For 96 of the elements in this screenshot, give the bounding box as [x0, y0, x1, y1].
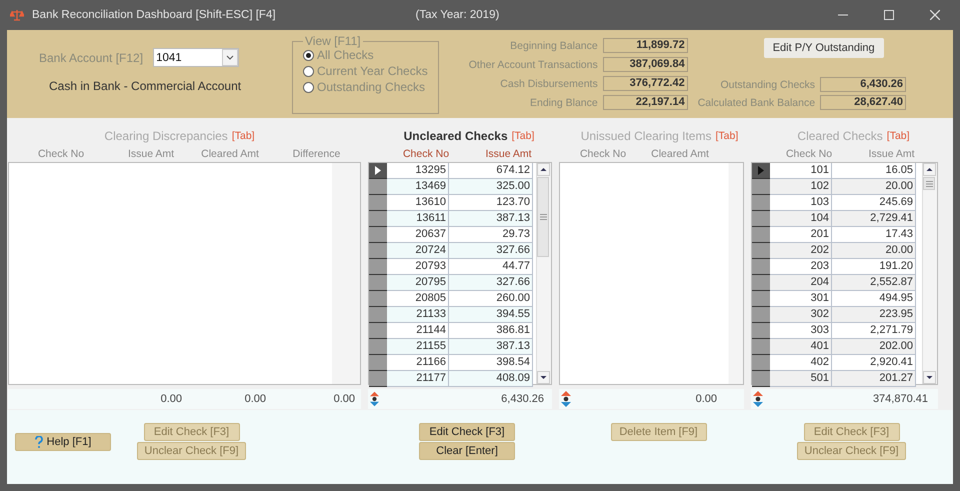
help-button[interactable]: Help [F1] [15, 433, 111, 451]
action-button[interactable]: Clear [Enter] [419, 442, 515, 460]
balance-label: Cash Disbursements [500, 78, 598, 90]
balance-label: Beginning Balance [510, 40, 598, 52]
tax-year-label: (Tax Year: 2019) [416, 9, 500, 21]
panel-title: Uncleared Checks [404, 129, 508, 143]
table-cell: 325.00 [449, 179, 533, 195]
chevron-down-icon [222, 49, 238, 66]
table-cell: 13611 [387, 211, 449, 227]
panel-title: Unissued Clearing Items [580, 129, 712, 143]
account-name: Cash in Bank - Commercial Account [48, 79, 242, 93]
scrollbar[interactable] [536, 163, 551, 384]
balance-value: 387,069.84 [602, 57, 688, 72]
sort-arrows-icon[interactable] [561, 391, 571, 407]
column-total: 0.00 [244, 393, 267, 405]
view-group-title: View [F11] [304, 34, 362, 48]
column-header[interactable]: Issue Amt [114, 148, 188, 160]
table-cell: 2,552.87 [832, 275, 916, 291]
table-cell: 327.66 [449, 243, 533, 259]
view-radio-option[interactable]: Current Year Checks [303, 64, 428, 78]
sort-arrows-icon[interactable] [753, 391, 763, 407]
table-cell: 223.95 [832, 307, 916, 323]
scrollbar[interactable] [922, 163, 937, 384]
column-header[interactable]: Issue Amt [466, 148, 551, 160]
scroll-down-icon[interactable] [537, 371, 550, 384]
column-header[interactable]: Check No [559, 148, 647, 160]
column-header[interactable]: Check No [8, 148, 114, 160]
balance-label: Ending Blance [530, 96, 598, 108]
view-radio-option[interactable]: Outstanding Checks [303, 80, 428, 94]
grip-icon[interactable] [926, 180, 932, 186]
row-selector[interactable] [369, 163, 387, 179]
table-cell: 201.27 [832, 371, 916, 387]
table-cell: 20.00 [832, 243, 916, 259]
table-cell: 387.13 [449, 211, 533, 227]
grip-icon[interactable] [540, 214, 546, 220]
column-total: 0.00 [160, 393, 183, 405]
column-total: 374,870.41 [872, 393, 929, 405]
bank-account-dropdown[interactable]: 1041 [153, 48, 240, 67]
view-radio-option[interactable]: All Checks [303, 48, 428, 62]
scroll-down-icon[interactable] [923, 371, 936, 384]
table-cell: 202 [770, 243, 832, 259]
column-header[interactable]: Cleared Amt [647, 148, 713, 160]
window-title: Bank Reconciliation Dashboard [Shift-ESC] [F4] [32, 9, 276, 21]
balance-value: 28,627.40 [820, 95, 906, 110]
table-cell: 501 [770, 371, 832, 387]
balance-label: Outstanding Checks [720, 78, 816, 90]
table-cell: 104 [770, 211, 832, 227]
table-cell: 408.09 [449, 371, 533, 387]
table-cell: 21133 [387, 307, 449, 323]
balance-label: Other Account Transactions [468, 58, 598, 70]
table-cell: 394.55 [449, 307, 533, 323]
column-header[interactable]: Issue Amt [849, 148, 934, 160]
table-cell: 327.66 [449, 275, 533, 291]
table-cell: 204 [770, 275, 832, 291]
table-cell: 21155 [387, 339, 449, 355]
column-total: 6,430.26 [500, 393, 545, 405]
table-cell: 302 [770, 307, 832, 323]
table-cell: 13469 [387, 179, 449, 195]
sort-arrows-icon[interactable] [370, 391, 379, 407]
table-cell: 2,729.41 [832, 211, 916, 227]
column-header[interactable]: Cleared Amt [188, 148, 272, 160]
column-header[interactable]: Check No [386, 148, 466, 160]
action-button[interactable]: Edit Check [F3] [419, 423, 515, 441]
question-mark-icon [34, 436, 43, 448]
table-cell: 21177 [387, 371, 449, 387]
column-total: 0.00 [694, 393, 718, 405]
edit-py-outstanding-button[interactable]: Edit P/Y Outstanding [764, 38, 884, 58]
balance-value: 376,772.42 [602, 76, 688, 91]
table-cell: 387.13 [449, 339, 533, 355]
table-cell: 20795 [387, 275, 449, 291]
column-header[interactable]: Difference [272, 148, 361, 160]
current-row-icon [375, 166, 381, 175]
bank-account-label: Bank Account [F12] [39, 50, 144, 64]
balance-value: 6,430.26 [820, 77, 906, 92]
balance-value: 22,197.14 [602, 95, 688, 110]
panel-title: Clearing Discrepancies [104, 129, 228, 143]
table-cell: 20724 [387, 243, 449, 259]
column-total: 0.00 [332, 393, 356, 405]
scroll-up-icon[interactable] [537, 163, 550, 176]
panel-title: Cleared Checks [797, 129, 883, 143]
current-row-icon [758, 166, 764, 175]
scroll-up-icon[interactable] [923, 163, 936, 176]
maximize-icon[interactable] [884, 10, 894, 20]
close-icon[interactable] [930, 10, 940, 20]
hotkey-label: [Tab] [512, 130, 534, 142]
hotkey-label: [Tab] [232, 130, 255, 142]
table-cell: 102 [770, 179, 832, 195]
column-header[interactable]: Check No [769, 148, 849, 160]
table-cell: 202.00 [832, 339, 916, 355]
balance-value: 11,899.72 [602, 38, 688, 53]
hotkey-label: [Tab] [886, 130, 910, 142]
scales-icon [10, 9, 24, 21]
table-cell: 20.00 [832, 179, 916, 195]
hotkey-label: [Tab] [715, 130, 738, 142]
balance-label: Calculated Bank Balance [698, 96, 816, 108]
table-cell: 401 [770, 339, 832, 355]
